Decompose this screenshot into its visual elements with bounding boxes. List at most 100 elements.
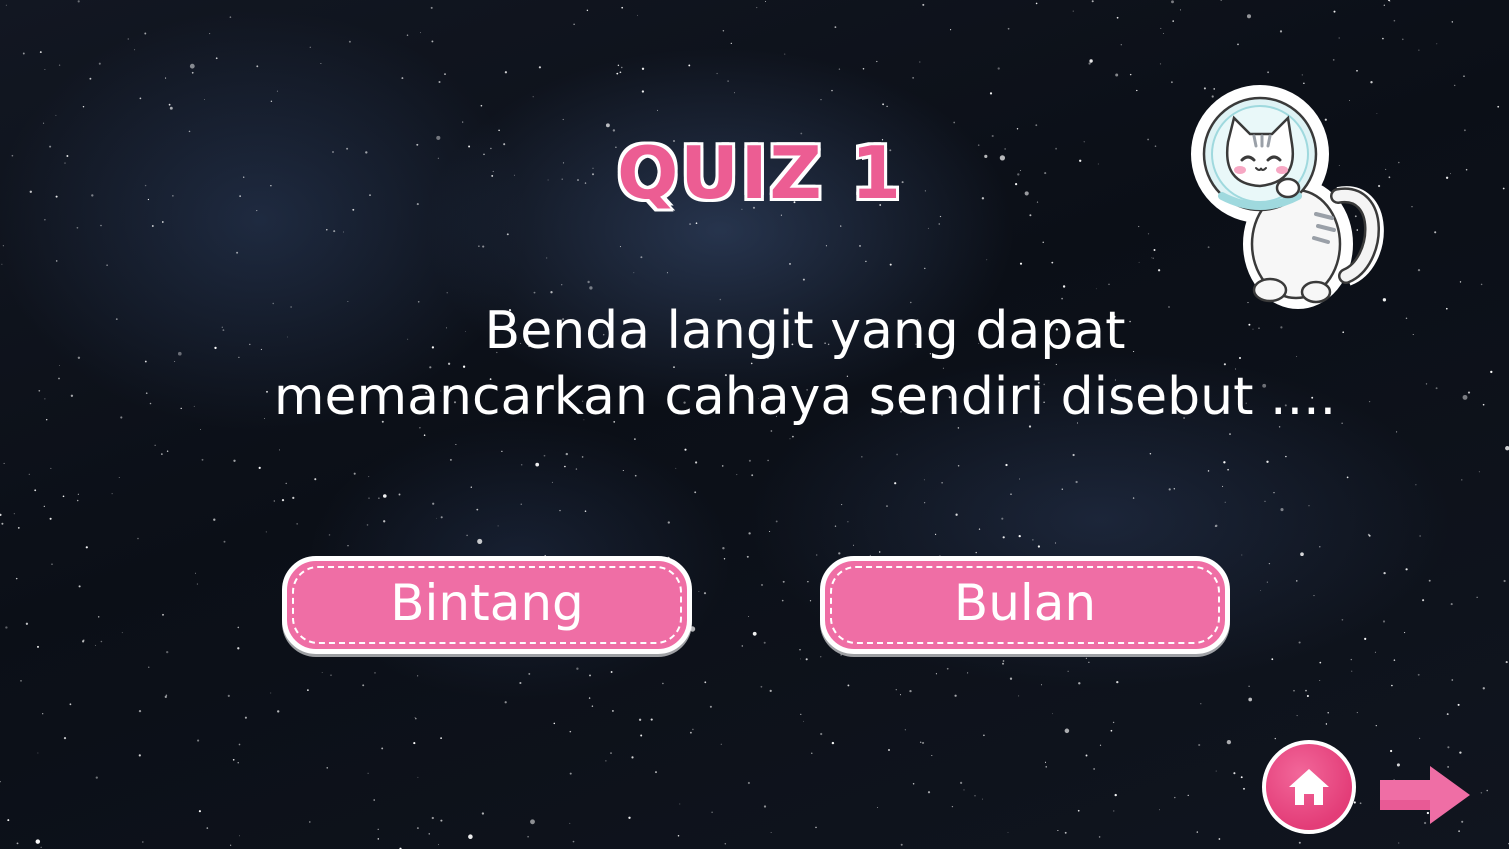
star — [1116, 16, 1119, 19]
star — [535, 462, 540, 467]
star — [631, 756, 634, 759]
answer-label-b: Bulan — [953, 574, 1097, 632]
star — [1325, 723, 1328, 725]
star — [736, 474, 738, 476]
star — [679, 803, 681, 805]
star — [120, 416, 123, 419]
home-button[interactable] — [1262, 740, 1356, 834]
star — [751, 474, 754, 477]
star — [899, 694, 902, 696]
star — [513, 174, 515, 176]
star — [1451, 679, 1454, 681]
star — [722, 30, 725, 32]
star — [77, 493, 79, 495]
star — [1120, 44, 1122, 46]
star — [1267, 71, 1269, 74]
star — [1064, 831, 1067, 834]
star — [841, 504, 843, 506]
star — [894, 482, 897, 485]
star — [977, 144, 980, 146]
star — [416, 143, 419, 146]
star — [161, 453, 163, 455]
star — [165, 77, 167, 79]
star — [882, 103, 885, 106]
star — [492, 170, 494, 172]
star — [227, 694, 230, 698]
answer-button-b[interactable]: Bulan — [820, 556, 1230, 654]
star — [1246, 14, 1252, 19]
star — [1035, 124, 1038, 127]
star — [1465, 168, 1468, 171]
star — [238, 743, 241, 746]
star — [831, 741, 835, 745]
star — [1088, 661, 1090, 663]
star — [1446, 713, 1449, 716]
star — [78, 585, 81, 588]
star — [840, 654, 842, 656]
star — [39, 51, 42, 54]
star — [148, 666, 150, 668]
star — [1174, 796, 1176, 799]
star — [1072, 453, 1075, 457]
star — [589, 674, 591, 677]
star — [1280, 508, 1284, 512]
next-button[interactable] — [1376, 762, 1474, 828]
star — [1503, 579, 1506, 583]
star — [831, 89, 833, 92]
star — [1200, 703, 1202, 705]
star — [281, 498, 285, 502]
star — [1147, 138, 1149, 141]
star — [436, 517, 437, 519]
star — [559, 509, 561, 512]
home-icon — [1289, 769, 1329, 805]
star — [406, 34, 409, 37]
star — [1418, 737, 1421, 740]
star — [383, 520, 386, 523]
star — [616, 72, 619, 75]
star — [741, 645, 744, 647]
star — [975, 551, 977, 554]
star — [838, 552, 841, 555]
star — [610, 671, 613, 673]
star — [1497, 105, 1500, 108]
star — [314, 478, 317, 481]
star — [667, 521, 670, 524]
star — [144, 184, 147, 187]
star — [118, 477, 120, 478]
star — [1214, 525, 1217, 528]
answer-button-a[interactable]: Bintang — [282, 556, 692, 654]
star — [564, 465, 566, 468]
star — [89, 77, 92, 80]
star — [352, 208, 355, 211]
star — [805, 658, 808, 661]
star — [38, 389, 41, 392]
star — [1172, 20, 1174, 22]
star — [1467, 391, 1471, 394]
star — [1353, 801, 1356, 804]
star — [377, 838, 380, 840]
star — [43, 122, 45, 124]
star — [1198, 743, 1201, 747]
star — [611, 709, 614, 712]
star — [538, 66, 542, 69]
star — [138, 754, 141, 757]
star — [1055, 147, 1057, 150]
star — [55, 114, 57, 116]
star — [1024, 191, 1029, 196]
star — [62, 495, 65, 498]
star — [1285, 455, 1287, 458]
star — [999, 155, 1006, 161]
star — [520, 503, 522, 505]
star — [862, 68, 865, 70]
star — [94, 644, 97, 646]
star — [5, 626, 8, 629]
star — [1233, 772, 1236, 775]
star — [919, 741, 922, 743]
star — [533, 291, 536, 294]
star — [1, 522, 4, 525]
star — [162, 613, 164, 616]
star — [1319, 679, 1321, 682]
star — [3, 462, 5, 464]
star — [1004, 148, 1006, 150]
star — [955, 513, 958, 516]
